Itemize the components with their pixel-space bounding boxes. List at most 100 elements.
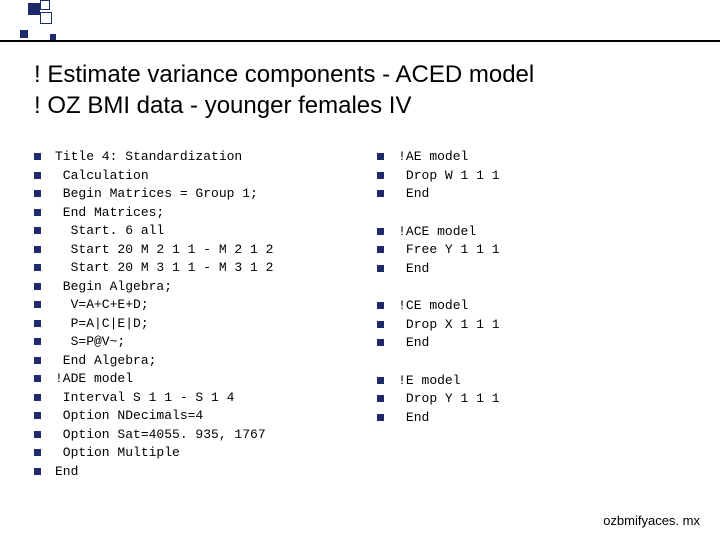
bullet-icon bbox=[34, 301, 41, 308]
bullet-icon bbox=[34, 172, 41, 179]
bullet-icon bbox=[34, 412, 41, 419]
bullet-icon bbox=[377, 395, 384, 402]
code-line: End bbox=[398, 334, 429, 351]
spacer bbox=[377, 204, 700, 223]
list-item: End Algebra; bbox=[34, 352, 347, 369]
footer-note: ozbmifyaces. mx bbox=[603, 513, 700, 528]
list-item: !CE model bbox=[377, 297, 700, 314]
bullet-icon bbox=[34, 357, 41, 364]
code-line: Drop Y 1 1 1 bbox=[398, 390, 499, 407]
code-line: P=A|C|E|D; bbox=[55, 315, 149, 332]
bullet-icon bbox=[377, 339, 384, 346]
bullet-icon bbox=[377, 321, 384, 328]
title-line-2: ! OZ BMI data - younger females IV bbox=[34, 92, 411, 119]
code-line: Begin Matrices = Group 1; bbox=[55, 185, 258, 202]
list-item: Interval S 1 1 - S 1 4 bbox=[34, 389, 347, 406]
list-item: Option NDecimals=4 bbox=[34, 407, 347, 424]
code-line: End bbox=[398, 260, 429, 277]
code-line: S=P@V~; bbox=[55, 333, 125, 350]
code-line: End bbox=[55, 463, 78, 480]
code-line: Drop W 1 1 1 bbox=[398, 167, 499, 184]
code-line: End Matrices; bbox=[55, 204, 164, 221]
square-icon bbox=[28, 3, 40, 15]
bullet-icon bbox=[377, 228, 384, 235]
code-line: End bbox=[398, 185, 429, 202]
list-item: Start 20 M 3 1 1 - M 3 1 2 bbox=[34, 259, 347, 276]
slide-header-decoration bbox=[0, 0, 720, 44]
slide: ! Estimate variance components - ACED mo… bbox=[0, 0, 720, 540]
list-item: End bbox=[377, 409, 700, 426]
bullet-icon bbox=[34, 320, 41, 327]
bullet-icon bbox=[34, 190, 41, 197]
left-column: Title 4: Standardization Calculation Beg… bbox=[34, 148, 347, 530]
bullet-icon bbox=[377, 190, 384, 197]
list-item: P=A|C|E|D; bbox=[34, 315, 347, 332]
list-item: End Matrices; bbox=[34, 204, 347, 221]
code-line: !AE model bbox=[398, 148, 468, 165]
bullet-icon bbox=[377, 246, 384, 253]
bullet-icon bbox=[34, 338, 41, 345]
list-item: Drop W 1 1 1 bbox=[377, 167, 700, 184]
code-line: Option Sat=4055. 935, 1767 bbox=[55, 426, 266, 443]
list-item: Start 20 M 2 1 1 - M 2 1 2 bbox=[34, 241, 347, 258]
code-line: V=A+C+E+D; bbox=[55, 296, 149, 313]
list-item: Begin Algebra; bbox=[34, 278, 347, 295]
code-line: Option Multiple bbox=[55, 444, 180, 461]
list-item: !AE model bbox=[377, 148, 700, 165]
bullet-icon bbox=[34, 468, 41, 475]
code-line: Start 20 M 3 1 1 - M 3 1 2 bbox=[55, 259, 273, 276]
slide-title: ! Estimate variance components - ACED mo… bbox=[34, 60, 700, 121]
bullet-icon bbox=[34, 394, 41, 401]
list-item: End bbox=[377, 334, 700, 351]
code-line: Begin Algebra; bbox=[55, 278, 172, 295]
code-line: Option NDecimals=4 bbox=[55, 407, 203, 424]
square-icon bbox=[40, 12, 52, 24]
list-item: Drop X 1 1 1 bbox=[377, 316, 700, 333]
bullet-icon bbox=[34, 227, 41, 234]
bullet-icon bbox=[377, 265, 384, 272]
bullet-icon bbox=[34, 246, 41, 253]
bullet-icon bbox=[377, 153, 384, 160]
code-line: Title 4: Standardization bbox=[55, 148, 242, 165]
list-item: Free Y 1 1 1 bbox=[377, 241, 700, 258]
list-item: Option Sat=4055. 935, 1767 bbox=[34, 426, 347, 443]
title-line-1: ! Estimate variance components - ACED mo… bbox=[34, 61, 534, 88]
bullet-icon bbox=[377, 377, 384, 384]
bullet-icon bbox=[34, 153, 41, 160]
code-line: !ADE model bbox=[55, 370, 133, 387]
code-line: Calculation bbox=[55, 167, 149, 184]
bullet-icon bbox=[377, 414, 384, 421]
bullet-icon bbox=[34, 449, 41, 456]
list-item: End bbox=[377, 260, 700, 277]
code-line: End Algebra; bbox=[55, 352, 156, 369]
square-icon bbox=[20, 30, 28, 38]
code-line: !ACE model bbox=[398, 223, 476, 240]
bullet-icon bbox=[377, 172, 384, 179]
list-item: S=P@V~; bbox=[34, 333, 347, 350]
list-item: End bbox=[377, 185, 700, 202]
bullet-icon bbox=[377, 302, 384, 309]
list-item: Begin Matrices = Group 1; bbox=[34, 185, 347, 202]
square-icon bbox=[40, 0, 50, 10]
list-item: Drop Y 1 1 1 bbox=[377, 390, 700, 407]
bullet-icon bbox=[34, 431, 41, 438]
code-line: !E model bbox=[398, 372, 460, 389]
list-item: Option Multiple bbox=[34, 444, 347, 461]
list-item: End bbox=[34, 463, 347, 480]
slide-content: Title 4: Standardization Calculation Beg… bbox=[34, 148, 700, 530]
code-line: Start 20 M 2 1 1 - M 2 1 2 bbox=[55, 241, 273, 258]
list-item: Start. 6 all bbox=[34, 222, 347, 239]
code-line: Drop X 1 1 1 bbox=[398, 316, 499, 333]
list-item: V=A+C+E+D; bbox=[34, 296, 347, 313]
code-line: Interval S 1 1 - S 1 4 bbox=[55, 389, 234, 406]
list-item: Title 4: Standardization bbox=[34, 148, 347, 165]
list-item: !ACE model bbox=[377, 223, 700, 240]
spacer bbox=[377, 353, 700, 372]
code-line: !CE model bbox=[398, 297, 468, 314]
code-line: Free Y 1 1 1 bbox=[398, 241, 499, 258]
code-line: Start. 6 all bbox=[55, 222, 164, 239]
bullet-icon bbox=[34, 209, 41, 216]
list-item: !E model bbox=[377, 372, 700, 389]
bullet-icon bbox=[34, 264, 41, 271]
right-column: ozbmifyaces. mx !AE model Drop W 1 1 1 E… bbox=[377, 148, 700, 530]
